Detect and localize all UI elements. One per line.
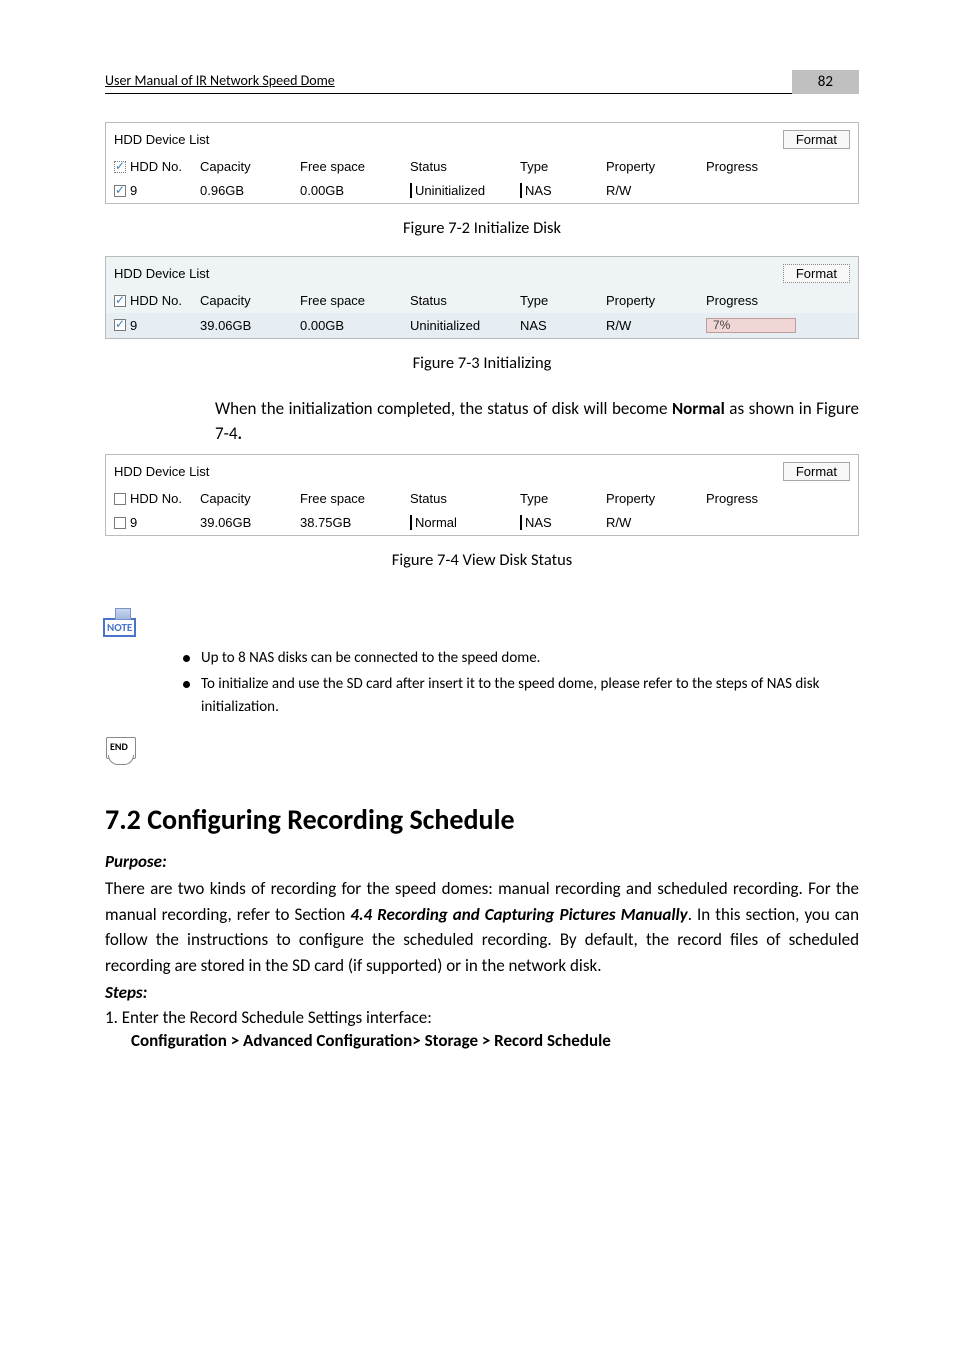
cell-status: Uninitialized	[410, 183, 485, 198]
format-button[interactable]: Format	[783, 462, 850, 481]
figure-caption-7-2: Figure 7-2 Initialize Disk	[105, 218, 859, 238]
end-icon: END	[100, 737, 144, 767]
purpose-label: Purpose:	[105, 851, 859, 872]
cell-free: 0.00GB	[296, 179, 406, 203]
table-row[interactable]: 9 39.06GB 0.00GB Uninitialized NAS R/W 7…	[106, 313, 858, 338]
panel-title: HDD Device List	[114, 266, 783, 281]
col-property: Property	[602, 289, 702, 313]
cell-hdd-no: 9	[130, 183, 137, 198]
header-title: User Manual of IR Network Speed Dome	[105, 72, 792, 89]
figure-caption-7-3: Figure 7-3 Initializing	[105, 353, 859, 373]
col-hdd-no: HDD No.	[130, 159, 182, 174]
col-type: Type	[516, 289, 602, 313]
cell-free: 38.75GB	[296, 511, 406, 535]
cell-type: NAS	[516, 313, 602, 338]
figure-caption-7-4: Figure 7-4 View Disk Status	[105, 550, 859, 570]
row-checkbox[interactable]	[114, 185, 126, 197]
cell-property: R/W	[602, 179, 702, 203]
hdd-device-list-panel-1: HDD Device List Format HDD No. Capacity …	[105, 122, 859, 204]
cell-progress: 7%	[702, 313, 858, 338]
col-status: Status	[406, 289, 516, 313]
select-all-checkbox[interactable]	[114, 161, 126, 173]
page-number: 82	[792, 70, 859, 94]
col-capacity: Capacity	[196, 487, 296, 511]
table-row[interactable]: 9 0.96GB 0.00GB Uninitialized NAS R/W	[106, 179, 858, 203]
cell-status: Normal	[410, 515, 457, 530]
col-free-space: Free space	[296, 487, 406, 511]
col-type: Type	[516, 155, 602, 179]
col-hdd-no: HDD No.	[130, 293, 182, 308]
steps-label: Steps:	[105, 982, 859, 1003]
col-progress: Progress	[702, 289, 858, 313]
step-1-text: 1. Enter the Record Schedule Settings in…	[105, 1007, 859, 1028]
panel-title: HDD Device List	[114, 132, 783, 147]
cell-property: R/W	[602, 511, 702, 535]
table-row[interactable]: 9 39.06GB 38.75GB Normal NAS R/W	[106, 511, 858, 535]
cell-hdd-no: 9	[130, 515, 137, 530]
progress-text: 7%	[713, 318, 730, 332]
col-property: Property	[602, 155, 702, 179]
col-hdd-no: HDD No.	[130, 491, 182, 506]
hdd-device-list-panel-2: HDD Device List Format HDD No. Capacity …	[105, 256, 859, 339]
cell-hdd-no: 9	[130, 318, 137, 333]
cell-capacity: 39.06GB	[196, 511, 296, 535]
cell-type: NAS	[520, 183, 552, 198]
format-button[interactable]: Format	[783, 264, 850, 283]
col-progress: Progress	[702, 155, 858, 179]
select-all-checkbox[interactable]	[114, 295, 126, 307]
col-status: Status	[406, 487, 516, 511]
cell-free: 0.00GB	[296, 313, 406, 338]
cell-status: Uninitialized	[406, 313, 516, 338]
list-item: To initialize and use the SD card after …	[183, 673, 859, 720]
cell-capacity: 0.96GB	[196, 179, 296, 203]
note-bullets: Up to 8 NAS disks can be connected to th…	[143, 647, 859, 719]
list-item: Up to 8 NAS disks can be connected to th…	[183, 647, 859, 670]
cell-type: NAS	[520, 515, 552, 530]
cell-progress	[702, 511, 858, 535]
progress-bar: 7%	[706, 318, 796, 333]
select-all-checkbox[interactable]	[114, 493, 126, 505]
format-button[interactable]: Format	[783, 130, 850, 149]
section-heading-7-2: 7.2 Configuring Recording Schedule	[105, 802, 859, 837]
purpose-text: There are two kinds of recording for the…	[105, 876, 859, 978]
step-1-path: Configuration > Advanced Configuration> …	[131, 1030, 859, 1051]
col-capacity: Capacity	[196, 289, 296, 313]
row-checkbox[interactable]	[114, 319, 126, 331]
page-header: User Manual of IR Network Speed Dome 82	[105, 70, 859, 94]
col-progress: Progress	[702, 487, 858, 511]
col-free-space: Free space	[296, 155, 406, 179]
initialization-complete-text: When the initialization completed, the s…	[215, 397, 859, 446]
col-property: Property	[602, 487, 702, 511]
cell-progress	[702, 179, 858, 203]
cell-property: R/W	[602, 313, 702, 338]
col-status: Status	[406, 155, 516, 179]
col-type: Type	[516, 487, 602, 511]
col-free-space: Free space	[296, 289, 406, 313]
row-checkbox[interactable]	[114, 517, 126, 529]
col-capacity: Capacity	[196, 155, 296, 179]
panel-title: HDD Device List	[114, 464, 783, 479]
cell-capacity: 39.06GB	[196, 313, 296, 338]
hdd-device-list-panel-3: HDD Device List Format HDD No. Capacity …	[105, 454, 859, 536]
note-icon: NOTE	[103, 618, 136, 637]
